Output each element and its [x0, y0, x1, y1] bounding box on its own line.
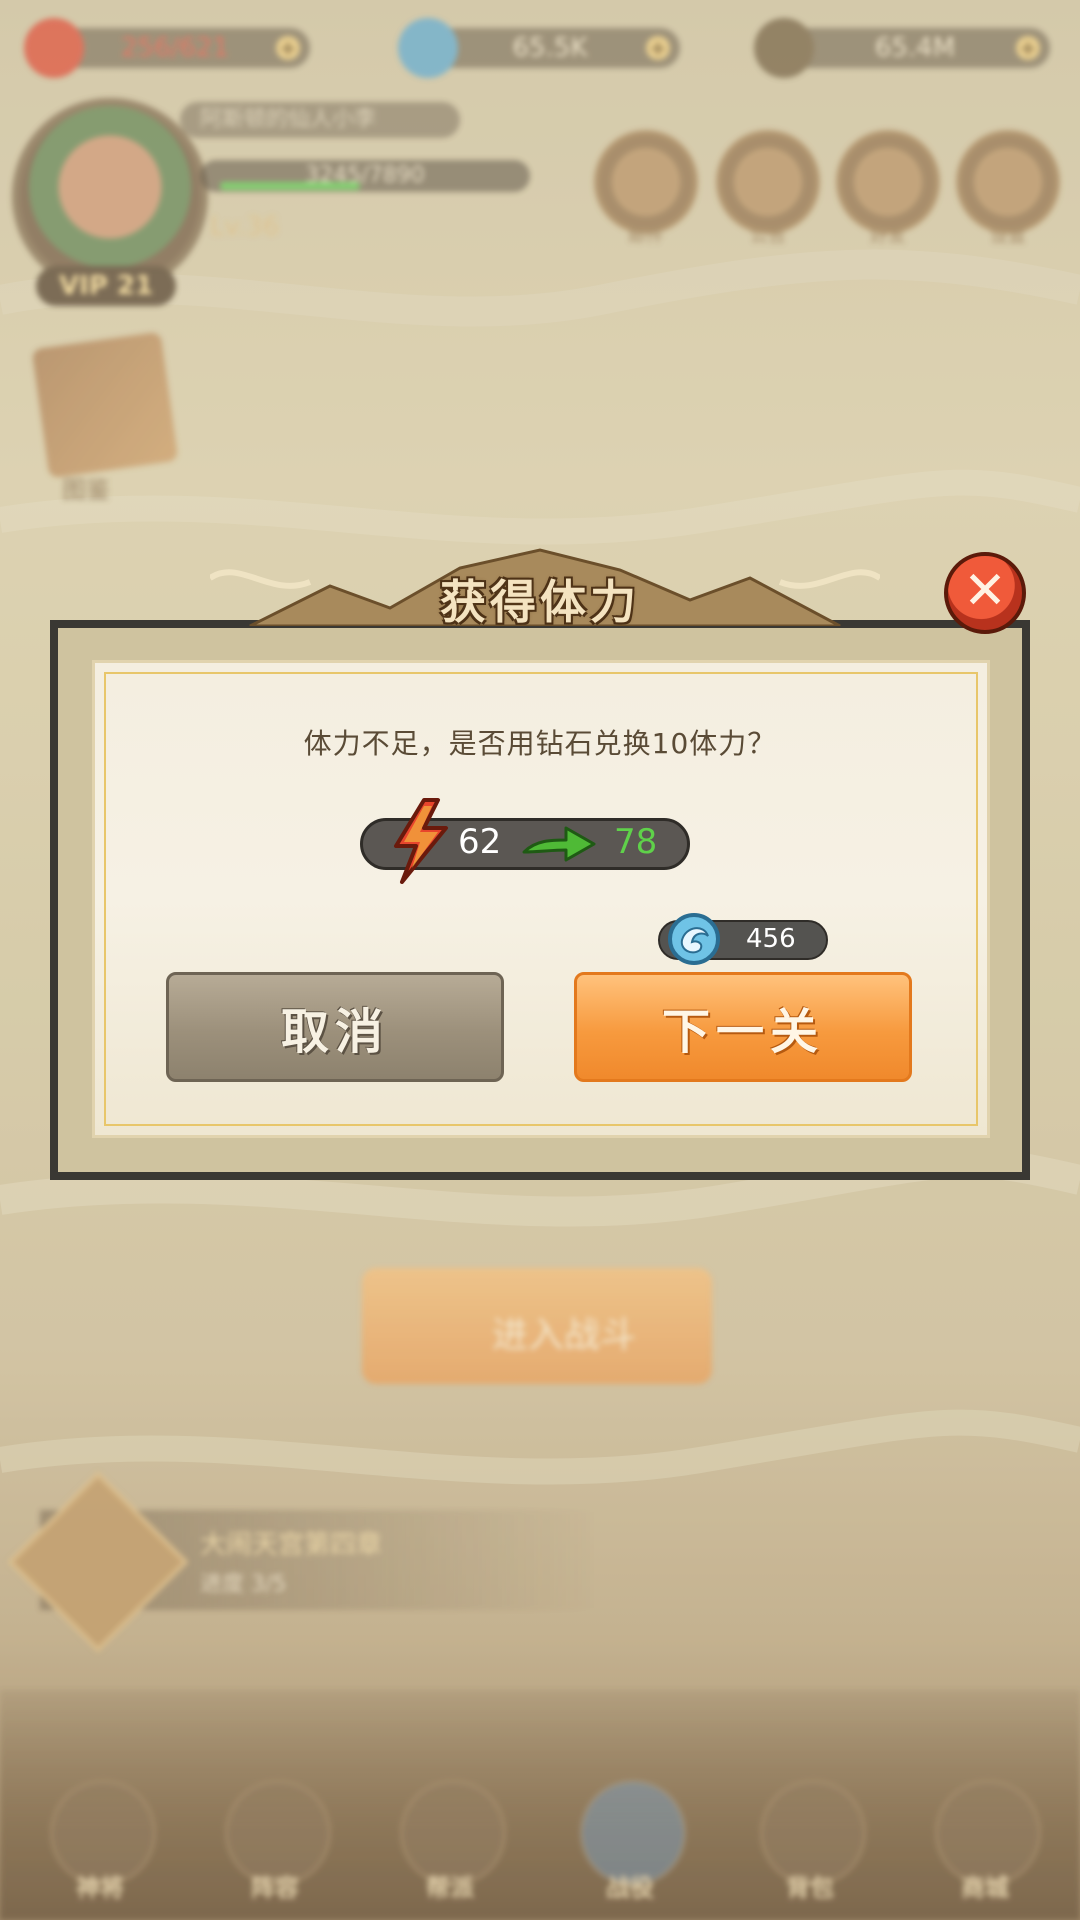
- arrow-right-icon: [522, 826, 596, 862]
- stamina-to-value: 78: [614, 822, 658, 862]
- next-level-label: 下一关: [661, 1004, 824, 1060]
- next-level-button[interactable]: 下一关: [574, 972, 912, 1082]
- stamina-from-value: 62: [458, 822, 502, 862]
- cost-value: 456: [746, 924, 796, 954]
- dialog-title: 获得体力: [440, 575, 640, 629]
- cancel-button[interactable]: 取消: [166, 972, 504, 1082]
- diamond-icon: [668, 913, 720, 965]
- close-button[interactable]: ✕: [944, 552, 1026, 634]
- dialog-prompt: 体力不足，是否用钻石兑换10体力？: [303, 727, 777, 760]
- cancel-label: 取消: [280, 1004, 389, 1060]
- lightning-icon: [394, 798, 448, 884]
- close-icon: ✕: [963, 561, 1007, 621]
